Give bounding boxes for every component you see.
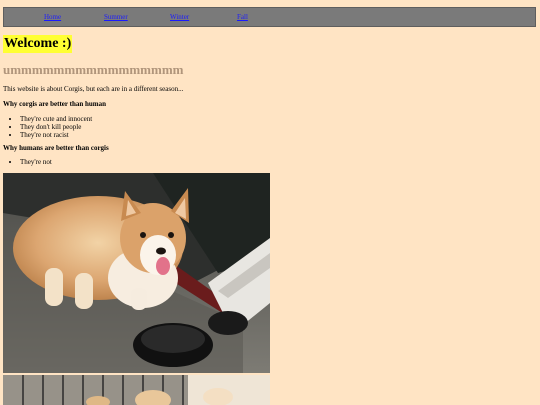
nav-link-winter[interactable]: Winter	[170, 13, 189, 22]
section-heading-corgis: Why corgis are better than human	[3, 100, 106, 108]
corgi-photo	[3, 173, 270, 373]
nav-link-fall[interactable]: Fall	[237, 13, 248, 22]
corgi-reasons-list: They're cute and innocent They don't kil…	[0, 115, 92, 139]
welcome-heading: Welcome :)	[3, 35, 73, 53]
list-item: They're not	[20, 158, 52, 166]
nav-link-summer[interactable]: Summer	[104, 13, 128, 22]
human-reasons-list: They're not	[0, 158, 52, 166]
corgi-photo-partial	[3, 375, 270, 405]
intro-text: This website is about Corgis, but each a…	[3, 85, 184, 93]
subheading: ummmmmmmmmmmmmmmm	[3, 62, 184, 77]
section-heading-humans: Why humans are better than corgis	[3, 144, 109, 152]
list-item: They don't kill people	[20, 123, 92, 131]
list-item: They're not racist	[20, 131, 92, 139]
nav-link-home[interactable]: Home	[44, 13, 61, 22]
list-item: They're cute and innocent	[20, 115, 92, 123]
navbar: Home Summer Winter Fall	[3, 7, 536, 27]
